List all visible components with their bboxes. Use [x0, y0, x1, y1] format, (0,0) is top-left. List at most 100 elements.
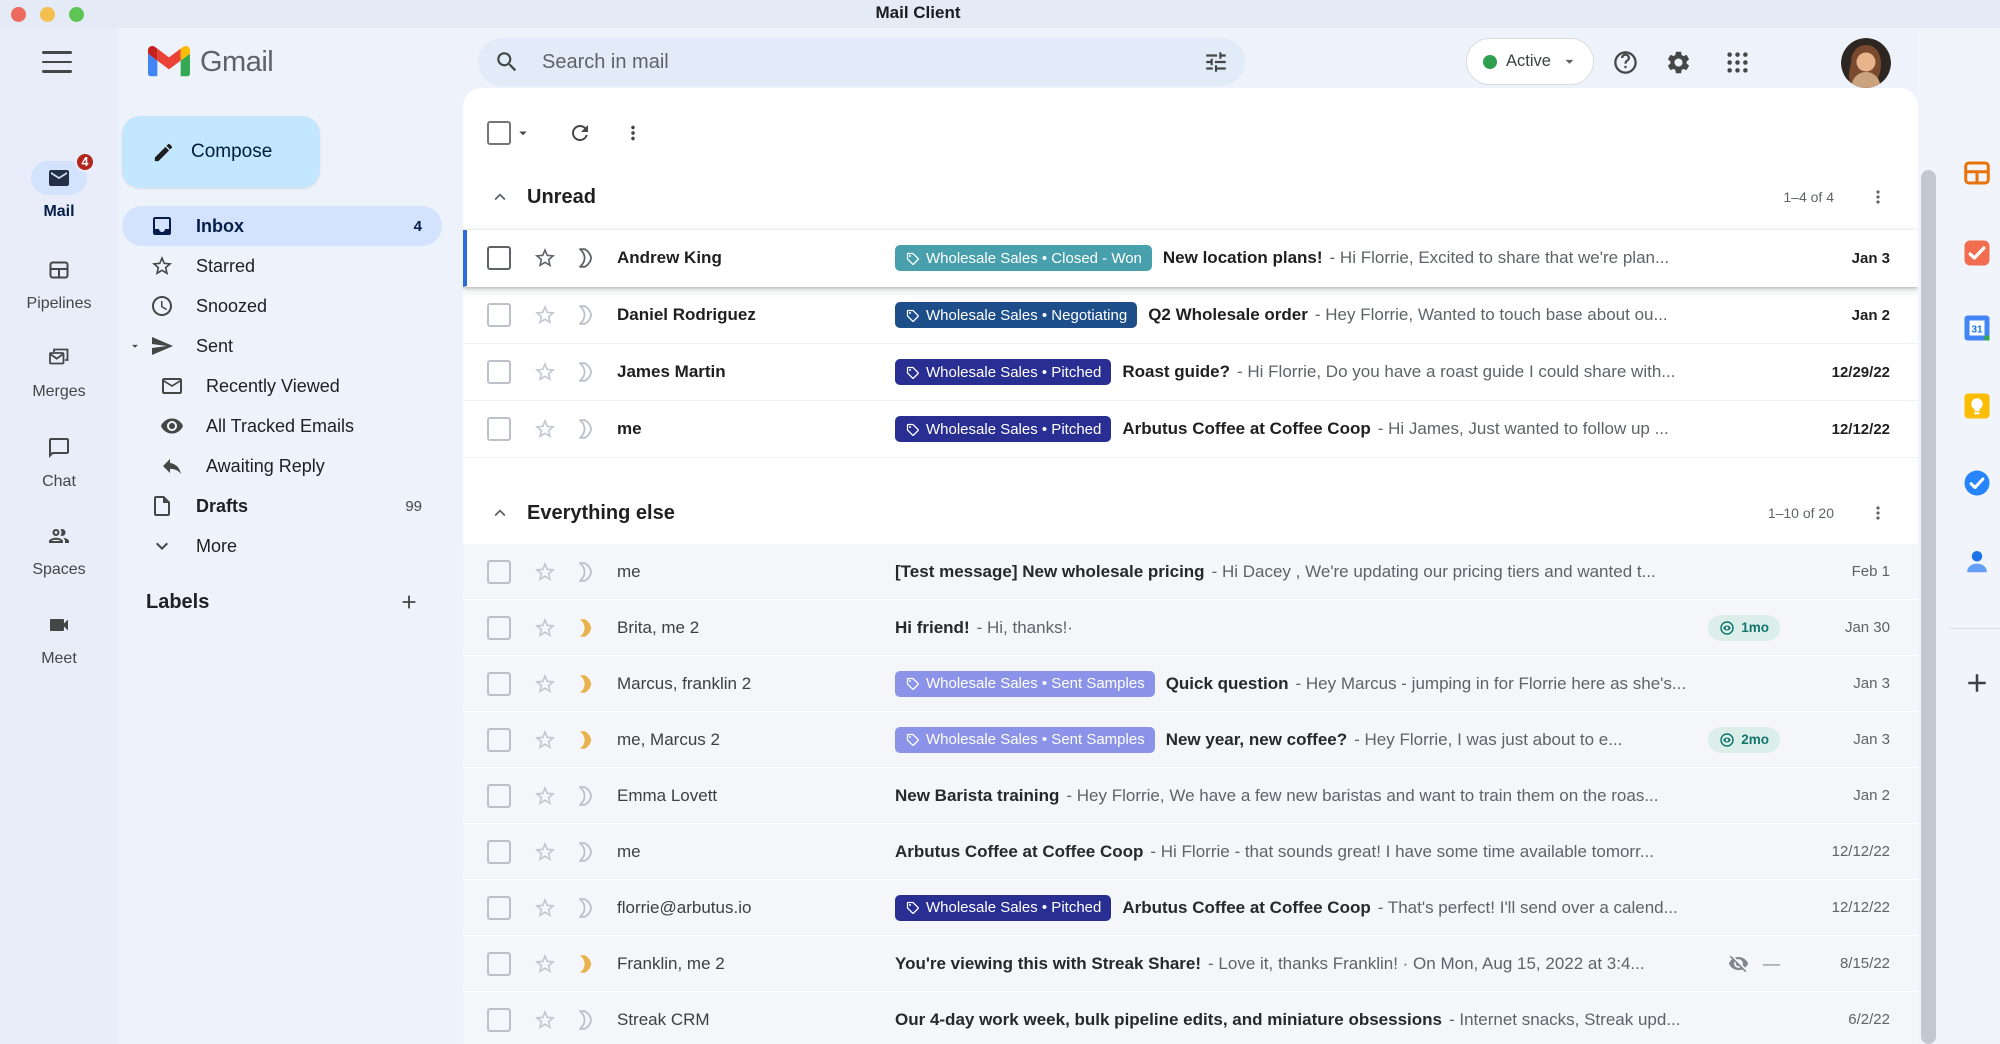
pipeline-stage-chip[interactable]: Wholesale Sales • Sent Samples — [895, 671, 1155, 697]
search-options-tune-icon[interactable] — [1203, 49, 1229, 75]
toolbar-more-kebab-icon[interactable] — [622, 122, 644, 144]
section-kebab-icon[interactable] — [1868, 187, 1888, 207]
status-dropdown[interactable]: Active — [1466, 38, 1594, 85]
mail-row[interactable]: Franklin, me 2You're viewing this with S… — [463, 936, 1918, 992]
nav-item-recently-viewed[interactable]: Recently Viewed — [122, 366, 442, 406]
rail-item-spaces[interactable]: Spaces — [0, 519, 118, 579]
google-contacts-icon[interactable] — [1962, 546, 1992, 576]
email-checkbox[interactable] — [487, 784, 511, 808]
google-keep-icon[interactable] — [1962, 391, 1992, 421]
google-tasks-icon[interactable] — [1962, 468, 1992, 498]
compose-button[interactable]: Compose — [122, 116, 320, 188]
star-icon[interactable] — [533, 360, 557, 384]
window-zoom-button[interactable] — [69, 7, 84, 22]
star-icon[interactable] — [533, 560, 557, 584]
refresh-icon[interactable] — [568, 121, 592, 145]
user-avatar[interactable] — [1841, 38, 1891, 88]
nav-item-starred[interactable]: Starred — [122, 246, 442, 286]
window-close-button[interactable] — [11, 7, 26, 22]
email-checkbox[interactable] — [487, 1008, 511, 1032]
mail-row[interactable]: meWholesale Sales • PitchedArbutus Coffe… — [463, 401, 1918, 458]
rail-item-mail[interactable]: 4Mail — [0, 161, 118, 221]
email-checkbox[interactable] — [487, 560, 511, 584]
pipeline-stage-chip[interactable]: Wholesale Sales • Sent Samples — [895, 727, 1155, 753]
section-kebab-icon[interactable] — [1868, 503, 1888, 523]
mail-row[interactable]: florrie@arbutus.ioWholesale Sales • Pitc… — [463, 880, 1918, 936]
email-checkbox[interactable] — [487, 417, 511, 441]
collapse-chevron-icon[interactable] — [489, 502, 511, 524]
email-checkbox[interactable] — [487, 952, 511, 976]
rail-item-chat[interactable]: Chat — [0, 431, 118, 491]
mail-row[interactable]: Daniel RodriguezWholesale Sales • Negoti… — [463, 287, 1918, 344]
email-checkbox[interactable] — [487, 672, 511, 696]
streak-pipeline-icon[interactable] — [576, 304, 597, 326]
mail-row[interactable]: me[Test message] New wholesale pricing- … — [463, 544, 1918, 600]
streak-pipeline-icon[interactable] — [576, 361, 597, 383]
settings-gear-icon[interactable] — [1665, 49, 1692, 76]
streak-pipeline-icon[interactable] — [576, 247, 597, 269]
star-icon[interactable] — [533, 896, 557, 920]
mail-row[interactable]: meArbutus Coffee at Coffee Coop- Hi Flor… — [463, 824, 1918, 880]
streak-mail-merge-icon[interactable] — [1962, 238, 1992, 268]
window-minimize-button[interactable] — [40, 7, 55, 22]
pipeline-stage-chip[interactable]: Wholesale Sales • Negotiating — [895, 302, 1137, 328]
nav-item-awaiting-reply[interactable]: Awaiting Reply — [122, 446, 442, 486]
search-bar[interactable] — [478, 38, 1245, 86]
mail-row[interactable]: Brita, me 2Hi friend!- Hi, thanks!·1moJa… — [463, 600, 1918, 656]
rail-item-merges[interactable]: Merges — [0, 341, 118, 401]
pipeline-stage-chip[interactable]: Wholesale Sales • Pitched — [895, 416, 1111, 442]
list-scrollbar[interactable] — [1921, 170, 1936, 1044]
star-icon[interactable] — [533, 672, 557, 696]
nav-item-inbox[interactable]: Inbox4 — [122, 206, 442, 246]
mail-row[interactable]: Emma LovettNew Barista training- Hey Flo… — [463, 768, 1918, 824]
main-menu-icon[interactable] — [42, 51, 72, 73]
nav-item-drafts[interactable]: Drafts99 — [122, 486, 442, 526]
select-dropdown-caret-icon[interactable] — [514, 124, 532, 142]
get-addons-plus-icon[interactable] — [1962, 668, 1992, 698]
pipeline-stage-chip[interactable]: Wholesale Sales • Pitched — [895, 895, 1111, 921]
rail-item-pipelines[interactable]: Pipelines — [0, 253, 118, 313]
mail-row[interactable]: Andrew KingWholesale Sales • Closed - Wo… — [463, 230, 1918, 287]
star-icon[interactable] — [533, 303, 557, 327]
create-label-plus-icon[interactable] — [398, 591, 420, 613]
streak-pipeline-icon[interactable] — [576, 561, 597, 583]
mail-row[interactable]: James MartinWholesale Sales • PitchedRoa… — [463, 344, 1918, 401]
streak-pipeline-icon[interactable] — [576, 673, 597, 695]
star-icon[interactable] — [533, 840, 557, 864]
streak-pipelines-icon[interactable] — [1962, 158, 1992, 188]
collapse-chevron-icon[interactable] — [489, 186, 511, 208]
email-checkbox[interactable] — [487, 360, 511, 384]
streak-pipeline-icon[interactable] — [576, 1009, 597, 1031]
mail-row[interactable]: me, Marcus 2Wholesale Sales • Sent Sampl… — [463, 712, 1918, 768]
rail-item-meet[interactable]: Meet — [0, 608, 118, 668]
streak-pipeline-icon[interactable] — [576, 897, 597, 919]
nav-item-sent[interactable]: Sent — [122, 326, 442, 366]
streak-pipeline-icon[interactable] — [576, 953, 597, 975]
email-checkbox[interactable] — [487, 728, 511, 752]
streak-pipeline-icon[interactable] — [576, 785, 597, 807]
star-icon[interactable] — [533, 1008, 557, 1032]
streak-pipeline-icon[interactable] — [576, 729, 597, 751]
email-checkbox[interactable] — [487, 303, 511, 327]
google-calendar-icon[interactable]: 31 — [1962, 313, 1992, 343]
mail-row[interactable]: Streak CRMOur 4-day work week, bulk pipe… — [463, 992, 1918, 1044]
star-icon[interactable] — [533, 417, 557, 441]
email-checkbox[interactable] — [487, 840, 511, 864]
star-icon[interactable] — [533, 952, 557, 976]
star-icon[interactable] — [533, 784, 557, 808]
search-input[interactable] — [540, 50, 1203, 75]
nav-item-all-tracked-emails[interactable]: All Tracked Emails — [122, 406, 442, 446]
email-checkbox[interactable] — [487, 616, 511, 640]
nav-item-snoozed[interactable]: Snoozed — [122, 286, 442, 326]
pipeline-stage-chip[interactable]: Wholesale Sales • Pitched — [895, 359, 1111, 385]
nav-item-more[interactable]: More — [122, 526, 442, 566]
pipeline-stage-chip[interactable]: Wholesale Sales • Closed - Won — [895, 245, 1152, 271]
email-checkbox[interactable] — [487, 896, 511, 920]
mail-row[interactable]: Marcus, franklin 2Wholesale Sales • Sent… — [463, 656, 1918, 712]
email-checkbox[interactable] — [487, 246, 511, 270]
streak-pipeline-icon[interactable] — [576, 841, 597, 863]
star-icon[interactable] — [533, 616, 557, 640]
star-icon[interactable] — [533, 728, 557, 752]
streak-pipeline-icon[interactable] — [576, 418, 597, 440]
google-apps-grid-icon[interactable] — [1724, 49, 1751, 76]
